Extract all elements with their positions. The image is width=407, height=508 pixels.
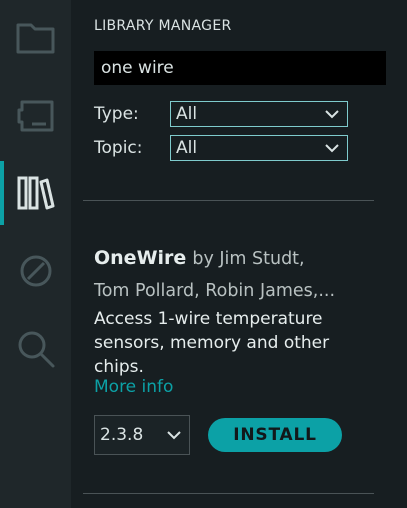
chevron-down-icon (325, 143, 339, 152)
install-button[interactable]: INSTALL (208, 418, 342, 452)
board-icon (17, 100, 53, 132)
library-icon (17, 176, 54, 210)
library-description: Access 1-wire temperature sensors, memor… (94, 309, 330, 377)
topic-select-value: All (176, 138, 198, 158)
version-select-value: 2.3.8 (100, 425, 144, 445)
library-author-1: by Jim Studt, (192, 249, 305, 269)
library-manager-panel: LIBRARY MANAGER Type: All Topic: All One… (71, 0, 407, 508)
search-icon (18, 331, 54, 368)
chevron-down-icon (167, 430, 181, 439)
folder-icon (16, 23, 54, 54)
type-select[interactable]: All (170, 101, 348, 127)
chevron-down-icon (325, 109, 339, 118)
activity-library[interactable] (0, 161, 71, 225)
activity-debug[interactable] (0, 239, 71, 303)
debug-icon (20, 255, 51, 287)
divider (83, 200, 374, 201)
panel-title: LIBRARY MANAGER (94, 18, 232, 34)
activity-boards[interactable] (0, 84, 71, 148)
activity-bar (0, 0, 71, 508)
version-select[interactable]: 2.3.8 (94, 415, 190, 455)
divider (83, 493, 374, 494)
topic-label: Topic: (94, 138, 143, 158)
more-info-link[interactable]: More info (94, 377, 173, 397)
topic-select[interactable]: All (170, 135, 348, 161)
library-name: OneWire (94, 247, 187, 269)
type-label: Type: (94, 104, 139, 124)
activity-explorer[interactable] (0, 6, 71, 70)
search-input[interactable] (94, 51, 386, 85)
library-author-2: Tom Pollard, Robin James,... (94, 281, 336, 301)
library-title: OneWire by Jim Studt, Tom Pollard, Robin… (94, 243, 384, 307)
type-select-value: All (176, 104, 198, 124)
activity-search[interactable] (0, 317, 71, 381)
